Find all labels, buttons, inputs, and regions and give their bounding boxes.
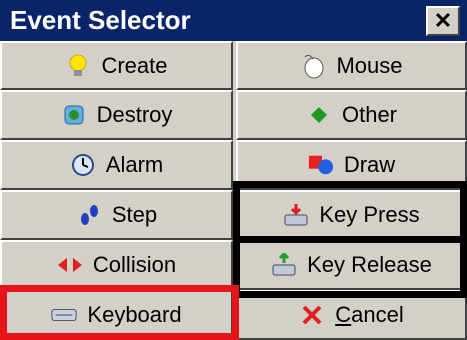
- key-press-icon: [283, 202, 309, 228]
- key-release-label: Key Release: [307, 252, 432, 277]
- title-bar: Event Selector ✕: [0, 0, 467, 41]
- green-diamond-icon: [306, 102, 332, 128]
- other-label: Other: [341, 102, 398, 127]
- key-release-icon: [271, 252, 297, 278]
- trash-icon: [61, 102, 87, 128]
- mouse-label: Mouse: [336, 52, 403, 78]
- mouse-button[interactable]: Mouse: [236, 41, 467, 90]
- close-button[interactable]: ✕: [426, 6, 460, 36]
- destroy-button[interactable]: Destroy: [0, 90, 233, 140]
- key-release-button[interactable]: Key Release: [236, 240, 467, 290]
- keyboard-icon: [51, 302, 77, 328]
- mouse-icon: [300, 53, 326, 79]
- create-label: Create: [101, 52, 168, 78]
- step-button[interactable]: Step: [0, 190, 233, 240]
- footsteps-icon: [76, 202, 102, 228]
- event-button-grid: Create Mouse Destroy Other Alarm Draw St…: [0, 41, 467, 340]
- draw-label: Draw: [343, 152, 396, 177]
- other-button[interactable]: Other: [236, 90, 467, 140]
- event-selector-window: Event Selector ✕ Create Mouse Destroy Ot…: [0, 0, 467, 340]
- cancel-button[interactable]: Cancel: [236, 290, 467, 340]
- cancel-label: Cancel: [335, 302, 404, 327]
- collision-arrows-icon: [57, 252, 83, 278]
- window-title: Event Selector: [10, 5, 191, 35]
- close-icon: ✕: [433, 8, 453, 33]
- lightbulb-icon: [65, 53, 91, 79]
- collision-button[interactable]: Collision: [0, 240, 233, 290]
- step-label: Step: [111, 202, 158, 227]
- destroy-label: Destroy: [96, 102, 173, 127]
- alarm-button[interactable]: Alarm: [0, 140, 233, 190]
- keyboard-label: Keyboard: [87, 302, 182, 327]
- red-x-icon: [299, 302, 325, 328]
- clock-icon: [70, 152, 96, 178]
- draw-button[interactable]: Draw: [236, 140, 467, 190]
- key-press-button[interactable]: Key Press: [236, 190, 467, 240]
- alarm-label: Alarm: [105, 152, 164, 177]
- keyboard-button[interactable]: Keyboard: [0, 290, 233, 340]
- collision-label: Collision: [92, 252, 177, 277]
- create-button[interactable]: Create: [0, 41, 233, 90]
- key-press-label: Key Press: [319, 202, 420, 227]
- shapes-icon: [308, 152, 334, 178]
